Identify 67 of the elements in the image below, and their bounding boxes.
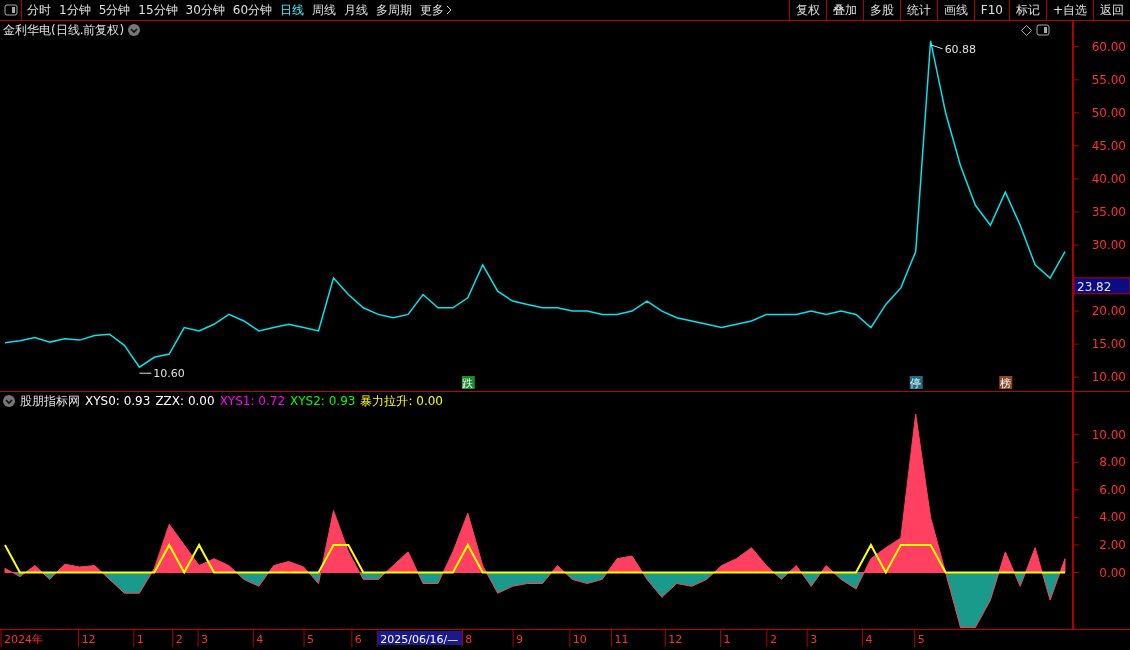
axis-label: 30.00: [1091, 238, 1126, 252]
date-label: 2025/06/16/—: [380, 633, 459, 646]
date-label: 3: [201, 633, 209, 646]
axis-label: 20.00: [1091, 304, 1126, 319]
period-tab[interactable]: 1分钟: [59, 1, 91, 19]
axis-label: 45.00: [1091, 138, 1126, 153]
date-label: 1: [723, 633, 731, 646]
date-label: 4: [256, 633, 264, 646]
date-label: 3: [810, 633, 818, 646]
period-tab[interactable]: 60分钟: [232, 1, 273, 19]
date-label: 11: [614, 633, 629, 646]
axis-label: 50.00: [1091, 105, 1126, 120]
chevron-icon[interactable]: [128, 24, 141, 36]
event-tag[interactable]: 停: [909, 376, 923, 390]
leader-line: [138, 372, 152, 374]
date-label: 2: [175, 633, 183, 646]
panel-icon: [3, 4, 18, 16]
axis-label: 8.00: [1099, 455, 1126, 470]
chevron-right-icon: [446, 5, 453, 15]
period-tab[interactable]: 日线: [280, 1, 305, 19]
indicator-readout: 暴力拉升: 0.00: [360, 392, 443, 410]
axis-label: 40.00: [1091, 171, 1126, 186]
period-tab[interactable]: 5分钟: [98, 1, 131, 19]
stock-title: 金利华电(日线.前复权): [3, 21, 125, 39]
period-tab[interactable]: 30分钟: [185, 1, 225, 19]
date-label: 4: [865, 633, 873, 646]
date-label: 2024年: [4, 633, 43, 646]
low-price-label: 10.60: [153, 367, 185, 381]
period-tab[interactable]: 分时: [27, 1, 51, 19]
date-label: 12: [668, 633, 683, 646]
axis-label: 6.00: [1099, 482, 1126, 497]
axis-label: 15.00: [1091, 337, 1126, 352]
indicator-readout: XYS1: 0.72: [219, 394, 286, 408]
indicator-readout: ZZX: 0.00: [155, 394, 215, 408]
date-label: 1: [136, 633, 144, 646]
date-label: 5: [917, 633, 925, 646]
chevron-icon[interactable]: [3, 395, 15, 407]
date-label: 6: [354, 633, 362, 646]
indicator-readout: XYS0: 0.93: [85, 394, 151, 408]
axis-label: 4.00: [1099, 510, 1126, 525]
panel-icon[interactable]: [1036, 24, 1050, 36]
indicator-readout: XYS2: 0.93: [290, 394, 356, 408]
period-tab[interactable]: 周线: [312, 1, 337, 19]
axis-label: 55.00: [1091, 72, 1126, 87]
axis-label: 10.00: [1091, 370, 1126, 385]
axis-label: 0.00: [1099, 565, 1126, 580]
event-tag[interactable]: 榜: [999, 376, 1013, 390]
current-price-tag: 23.82: [1074, 277, 1130, 295]
date-label: 2: [769, 633, 777, 646]
diamond-icon[interactable]: [1021, 24, 1032, 36]
indicator-name: 股朋指标网: [20, 392, 80, 410]
axis-label: 60.00: [1091, 39, 1126, 54]
leader-line: [930, 44, 944, 50]
event-tag[interactable]: 跌: [461, 376, 475, 390]
date-label: 9: [516, 633, 524, 646]
date-label: 8: [465, 633, 473, 646]
date-label: 10: [572, 633, 587, 646]
axis-label: 35.00: [1091, 204, 1126, 219]
axis-label: 2.00: [1099, 537, 1126, 552]
date-label: 12: [81, 633, 96, 646]
period-tab[interactable]: 月线: [344, 1, 369, 19]
period-tab[interactable]: 15分钟: [138, 1, 178, 19]
period-tab[interactable]: 多周期: [376, 1, 413, 19]
date-label: 5: [307, 633, 315, 646]
high-price-label: 60.88: [944, 42, 977, 56]
period-tab[interactable]: 更多: [420, 1, 453, 19]
axis-label: 10.00: [1091, 427, 1126, 442]
